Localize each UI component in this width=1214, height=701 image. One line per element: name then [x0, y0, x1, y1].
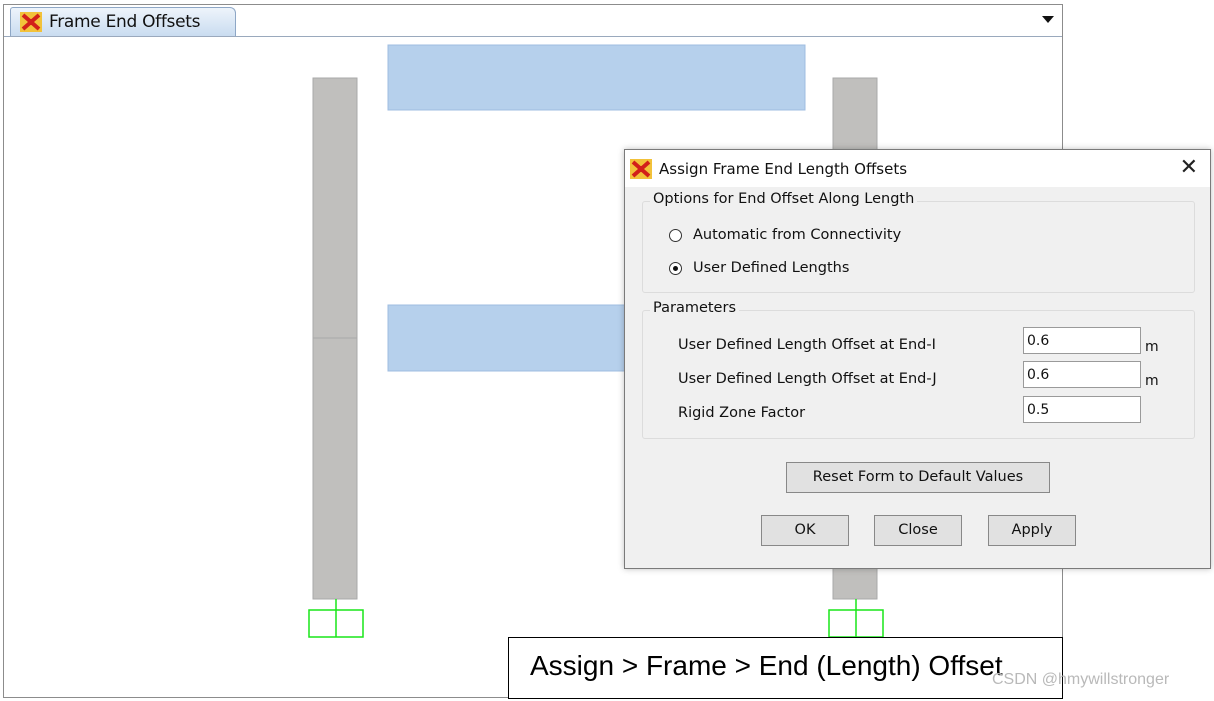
sap-app-icon: [630, 159, 652, 179]
radio-button[interactable]: [669, 229, 682, 242]
caption-text: Assign > Frame > End (Length) Offset: [530, 650, 1003, 681]
end-i-offset-input[interactable]: [1023, 327, 1141, 354]
menu-path-caption: Assign > Frame > End (Length) Offset: [508, 637, 1063, 699]
options-group-title: Options for End Offset Along Length: [650, 191, 918, 207]
rigid-zone-factor-label: Rigid Zone Factor: [678, 405, 806, 421]
column-left-lower[interactable]: [312, 337, 358, 600]
apply-button[interactable]: Apply: [988, 515, 1076, 546]
ok-button[interactable]: OK: [761, 515, 849, 546]
rigid-zone-factor-input[interactable]: [1023, 396, 1141, 423]
support-left: [308, 599, 364, 638]
close-icon[interactable]: ✕: [1180, 157, 1198, 179]
end-i-unit: m: [1145, 339, 1159, 355]
beam-top[interactable]: [387, 44, 806, 111]
dialog-titlebar[interactable]: Assign Frame End Length Offsets ✕: [625, 150, 1210, 187]
reset-form-button[interactable]: Reset Form to Default Values: [786, 462, 1050, 493]
dialog-title: Assign Frame End Length Offsets: [659, 160, 908, 178]
radio-label: User Defined Lengths: [693, 260, 850, 276]
close-button[interactable]: Close: [874, 515, 962, 546]
support-right: [828, 599, 884, 638]
assign-frame-end-length-offsets-dialog: Assign Frame End Length Offsets ✕ Option…: [624, 149, 1211, 569]
parameters-group-title: Parameters: [650, 300, 739, 316]
watermark: CSDN @hmywillstronger: [992, 671, 1170, 688]
parameters-group: Parameters User Defined Length Offset at…: [642, 300, 1195, 439]
end-i-offset-label: User Defined Length Offset at End-I: [678, 337, 936, 353]
end-j-unit: m: [1145, 373, 1159, 389]
end-j-offset-label: User Defined Length Offset at End-J: [678, 371, 937, 387]
options-group: Options for End Offset Along Length Auto…: [642, 191, 1195, 293]
radio-label: Automatic from Connectivity: [693, 227, 902, 243]
radio-button-checked[interactable]: [669, 262, 682, 275]
column-left-upper[interactable]: [312, 77, 358, 339]
end-j-offset-input[interactable]: [1023, 361, 1141, 388]
